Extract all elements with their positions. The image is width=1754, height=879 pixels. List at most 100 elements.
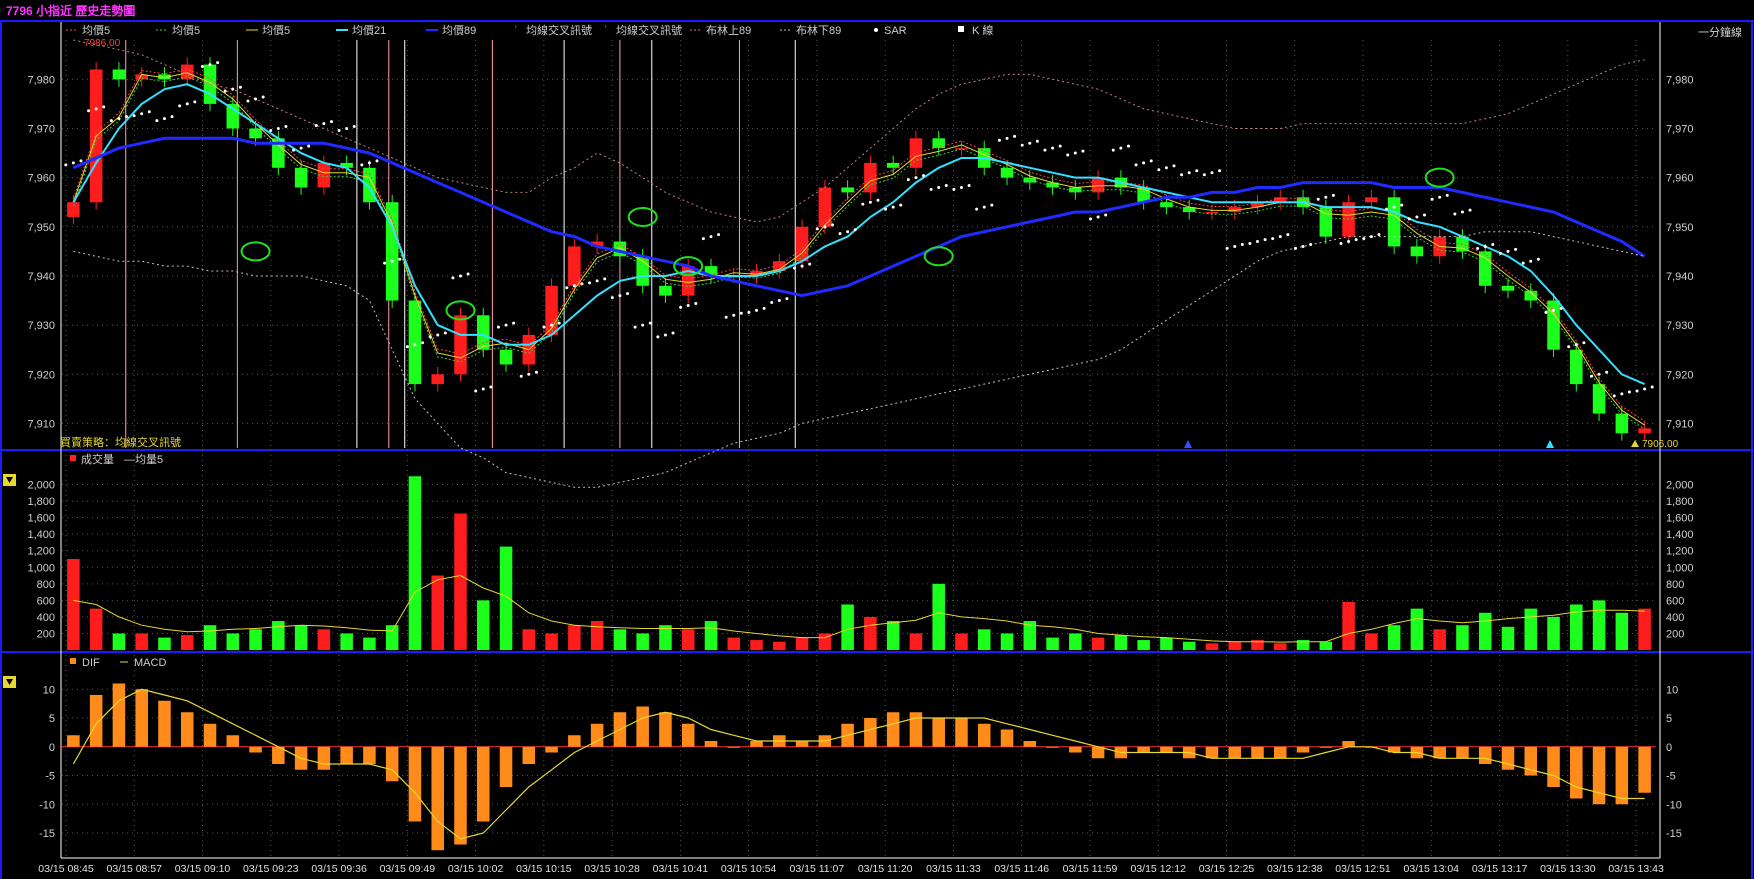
crossover-signal-lines <box>125 40 796 448</box>
price-panel <box>64 39 1654 488</box>
sar-dot <box>459 274 462 278</box>
sar-dot <box>405 345 409 349</box>
sar-dot <box>1491 242 1495 246</box>
strategy-label: 買賣策略：均線交叉訊號 <box>60 435 181 449</box>
sar-dot <box>633 325 637 329</box>
volume-bar <box>1046 637 1059 650</box>
sar-dot <box>352 125 356 129</box>
volume-bar <box>909 633 923 650</box>
crossover-circle <box>1424 167 1455 188</box>
dif-bar <box>1501 746 1515 770</box>
sar-dot <box>709 235 713 239</box>
sar-dot <box>109 119 113 123</box>
sar-dot <box>102 105 106 109</box>
sar-dot <box>990 203 994 207</box>
sar-dot <box>322 122 326 126</box>
sar-dot <box>572 284 576 288</box>
volume-bar <box>1592 600 1606 650</box>
sar-dot <box>398 257 402 261</box>
price-tick-right: 7,910 <box>1666 418 1694 430</box>
ma5-line <box>72 72 1645 426</box>
dif-bar <box>385 746 399 782</box>
sar-dot <box>1460 210 1464 214</box>
sar-dot <box>1506 249 1510 253</box>
sar-dot <box>565 286 569 290</box>
volume-panel <box>67 476 1651 650</box>
x-axis-label: 03/15 11:07 <box>790 863 845 875</box>
volume-bar <box>477 600 490 650</box>
x-axis-label: 03/15 09:10 <box>175 863 231 875</box>
candle-body <box>659 285 672 296</box>
volume-tick-right: 1,400 <box>1666 529 1694 541</box>
candle-body <box>1387 197 1401 247</box>
sar-dot <box>413 343 417 347</box>
sar-dot <box>694 301 698 305</box>
x-axis-label: 03/15 11:20 <box>858 863 913 875</box>
dif-bar <box>226 735 240 747</box>
sar-dot <box>1081 149 1085 153</box>
sar-dot <box>367 161 371 165</box>
dif-bar <box>1296 746 1310 753</box>
volume-bar <box>1433 629 1446 650</box>
legend-signal-2: 均線交叉訊號 <box>616 23 682 37</box>
sar-dot <box>861 202 865 206</box>
sar-dot <box>550 323 554 327</box>
volume-tick-right: 200 <box>1666 628 1684 640</box>
sar-dot <box>1066 153 1070 157</box>
sar-dot <box>595 279 599 283</box>
sar-dot <box>208 63 212 67</box>
sar-dot <box>94 107 98 111</box>
volume-bar <box>1547 616 1560 650</box>
dif-bar <box>408 746 422 822</box>
sar-dot <box>1005 136 1009 140</box>
volume-bar <box>773 641 786 650</box>
price-tick-left: 7,930 <box>27 320 55 332</box>
sar-dot <box>443 331 447 335</box>
sar-dot <box>216 61 220 65</box>
sar-dot <box>1142 161 1146 165</box>
sar-dot <box>87 109 91 113</box>
dif-bar <box>568 735 581 747</box>
price-tick-right: 7,940 <box>1666 271 1694 283</box>
sar-dot <box>1134 163 1138 167</box>
volume-bar <box>454 513 467 650</box>
x-axis-label: 03/15 12:51 <box>1335 863 1391 875</box>
sar-dot <box>140 112 144 116</box>
volume-bar <box>568 625 581 650</box>
sar-dot <box>504 323 508 327</box>
sar-dot <box>314 124 318 128</box>
ma21-line <box>72 83 1645 386</box>
sar-dot <box>276 126 280 130</box>
volume-bar <box>158 637 171 650</box>
candle-body <box>909 138 923 168</box>
sar-dot <box>1559 306 1563 310</box>
bollinger-lower-line <box>73 231 1645 488</box>
volume-bar <box>67 559 80 650</box>
macd-tick-left: -15 <box>39 828 55 840</box>
candle-body <box>294 167 308 188</box>
candle-body <box>385 202 399 301</box>
sar-dot <box>1187 171 1191 175</box>
volume-bar <box>1182 641 1196 650</box>
volume-bar <box>1319 641 1333 650</box>
price-tick-right: 7,930 <box>1666 320 1694 332</box>
sar-dot <box>231 87 235 91</box>
sar-dot <box>1635 389 1639 393</box>
candle-body <box>499 349 513 365</box>
sar-dot <box>299 146 303 150</box>
sar-dot <box>1400 203 1404 207</box>
sar-dot <box>421 341 425 345</box>
chart-canvas[interactable]: 7,910 7,910 7,920 7,920 7,930 7,930 7,940 7,940… <box>0 0 1754 879</box>
volume-tick-left: 1,200 <box>27 546 55 558</box>
legend-ma89: 均價89 <box>442 23 476 37</box>
price-tick-right: 7,980 <box>1666 74 1694 86</box>
sar-dot <box>193 100 197 104</box>
macd-line <box>72 688 1645 840</box>
legend-marker-dot-1: ˈ <box>514 25 518 37</box>
sar-dot <box>527 372 531 376</box>
legend-ma5c: 均價5 <box>262 23 290 37</box>
candle-body <box>408 300 422 385</box>
volume-bar <box>1069 633 1082 650</box>
macd-tick-right: 10 <box>1666 684 1678 696</box>
sar-dot <box>1605 370 1609 374</box>
